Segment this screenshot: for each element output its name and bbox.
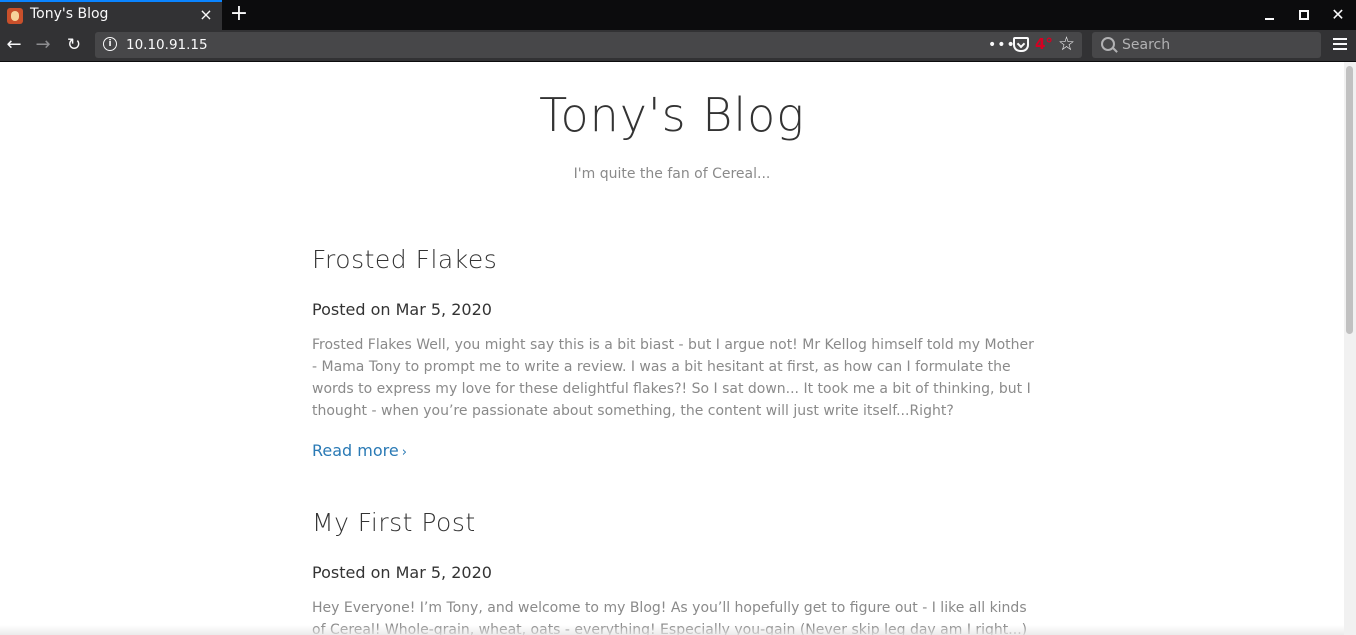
post-card: Frosted Flakes Posted on Mar 5, 2020 Fro… <box>312 245 1034 460</box>
site-tagline: I'm quite the fan of Cereal... <box>573 166 771 182</box>
forward-arrow-icon[interactable]: → <box>31 34 55 58</box>
search-input[interactable] <box>1122 35 1312 55</box>
search-icon <box>1101 37 1115 51</box>
page-actions-icon[interactable]: ••• <box>988 34 1015 56</box>
minimize-window-icon[interactable] <box>1259 4 1281 26</box>
vertical-scrollbar[interactable] <box>1344 62 1356 635</box>
site-title[interactable]: Tony's Blog <box>0 88 1344 142</box>
back-arrow-icon[interactable]: ← <box>2 34 26 58</box>
address-bar[interactable]: i 10.10.91.15 ••• 4° ☆ <box>95 32 1082 58</box>
page-viewport: Tony's Blog I'm quite the fan of Cereal.… <box>0 62 1344 635</box>
site-info-icon[interactable]: i <box>103 37 117 51</box>
reload-icon[interactable]: ↻ <box>62 34 86 58</box>
url-text[interactable]: 10.10.91.15 <box>126 37 208 53</box>
pocket-icon[interactable] <box>1013 37 1029 52</box>
tony-favicon-icon <box>7 8 23 24</box>
chevron-right-icon: › <box>401 445 407 460</box>
post-date: Posted on Mar 5, 2020 <box>312 300 492 319</box>
maximize-window-icon[interactable] <box>1293 4 1315 26</box>
post-title[interactable]: My First Post <box>312 508 1032 537</box>
tab-bar: Tony's Blog × + ✕ <box>0 0 1356 30</box>
post-card: My First Post Posted on Mar 5, 2020 Hey … <box>312 508 1032 635</box>
bookmark-star-icon[interactable]: ☆ <box>1058 33 1075 55</box>
close-tab-icon[interactable]: × <box>196 4 216 26</box>
post-excerpt: Frosted Flakes Well, you might say this … <box>312 337 1034 419</box>
new-tab-icon[interactable]: + <box>228 2 250 26</box>
read-more-label: Read more <box>312 441 399 460</box>
post-title[interactable]: Frosted Flakes <box>312 245 1032 274</box>
scrollbar-thumb[interactable] <box>1346 66 1353 334</box>
browser-tab[interactable]: Tony's Blog × <box>0 0 222 30</box>
close-window-icon[interactable]: ✕ <box>1327 4 1349 26</box>
hamburger-menu-icon[interactable] <box>1333 38 1347 40</box>
bottom-edge-shadow <box>0 625 1344 635</box>
search-bar[interactable] <box>1092 32 1321 58</box>
tab-title: Tony's Blog <box>30 6 109 22</box>
post-date: Posted on Mar 5, 2020 <box>312 563 492 582</box>
read-more-link[interactable]: Read more › <box>312 441 407 460</box>
navigation-toolbar: ← → ↻ i 10.10.91.15 ••• 4° ☆ <box>0 30 1356 62</box>
weather-badge[interactable]: 4° <box>1035 35 1053 53</box>
